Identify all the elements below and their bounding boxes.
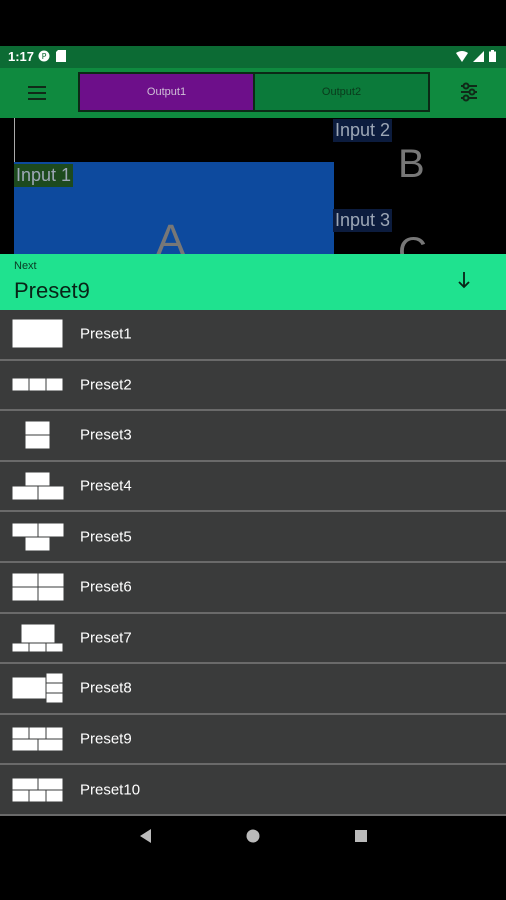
list-item-preset1[interactable]: Preset1 [0, 310, 506, 361]
wifi-icon [456, 50, 468, 62]
list-item-preset3[interactable]: Preset3 [0, 411, 506, 462]
preset-label: Preset2 [80, 376, 132, 394]
tab-output1[interactable]: Output1 [80, 74, 255, 110]
preset-label: Preset4 [80, 477, 132, 495]
input-1-letter: A [156, 216, 186, 254]
output-preview[interactable]: A Input 1 Input 2 B Input 3 C [0, 118, 506, 254]
arrow-down-icon[interactable] [456, 270, 472, 290]
preview-frame [14, 118, 334, 163]
preset-label: Preset9 [80, 730, 132, 748]
preset-list: Preset1 Preset2 Preset3 Preset4 Preset5 [0, 310, 506, 816]
list-item-preset8[interactable]: Preset8 [0, 664, 506, 715]
preset-label: Preset6 [80, 578, 132, 596]
preset9-layout-icon [12, 726, 64, 752]
list-item-preset7[interactable]: Preset7 [0, 613, 506, 665]
app-bar: Output1 Output2 [0, 68, 506, 118]
next-preset-value: Preset9 [14, 278, 90, 303]
list-item-preset5[interactable]: Preset5 [0, 512, 506, 563]
preset-label: Preset5 [80, 528, 132, 546]
battery-icon [489, 50, 496, 62]
preset-label: Preset10 [80, 781, 141, 799]
list-item-preset6[interactable]: Preset6 [0, 563, 506, 614]
preset5-layout-icon [12, 522, 64, 552]
status-bar: 1:17 P [0, 46, 506, 68]
list-item-preset2[interactable]: Preset2 [0, 360, 506, 412]
preset1-layout-icon [12, 318, 64, 349]
next-label: Next [14, 260, 37, 272]
tab-output2[interactable]: Output2 [255, 74, 428, 110]
signal-icon [473, 50, 484, 62]
preset3-layout-icon [24, 420, 51, 450]
home-icon[interactable] [243, 826, 263, 846]
back-icon[interactable] [136, 826, 156, 846]
output-tabs: Output1 Output2 [78, 72, 430, 112]
input-2-letter: B [398, 142, 425, 186]
next-preset-panel[interactable]: Next Preset9 [0, 254, 506, 310]
hamburger-menu-icon[interactable] [28, 82, 52, 104]
list-item-preset4[interactable]: Preset4 [0, 461, 506, 513]
list-item-preset10[interactable]: Preset10 [0, 765, 506, 816]
list-item-preset9[interactable]: Preset9 [0, 714, 506, 766]
status-time: 1:17 [8, 49, 35, 64]
preset2-layout-icon [12, 377, 64, 392]
svg-text:P: P [42, 52, 47, 61]
preset6-layout-icon [12, 572, 64, 602]
preset-label: Preset8 [80, 679, 132, 697]
preset4-layout-icon [12, 471, 64, 501]
recents-icon[interactable] [351, 826, 371, 846]
sd-card-icon [56, 50, 66, 62]
preset-label: Preset7 [80, 629, 132, 647]
input-3-label: Input 3 [333, 209, 393, 232]
system-nav-bar [0, 816, 506, 856]
input-2-label: Input 2 [333, 119, 393, 142]
input-1-label: Input 1 [14, 164, 74, 187]
preset-label: Preset3 [80, 426, 132, 444]
notification-icon: P [38, 50, 50, 62]
tune-settings-icon[interactable] [458, 81, 480, 103]
input-3-letter: C [398, 230, 427, 254]
preset8-layout-icon [12, 672, 64, 704]
preset-label: Preset1 [80, 325, 132, 343]
preset7-layout-icon [12, 623, 64, 653]
preset10-layout-icon [12, 777, 64, 803]
